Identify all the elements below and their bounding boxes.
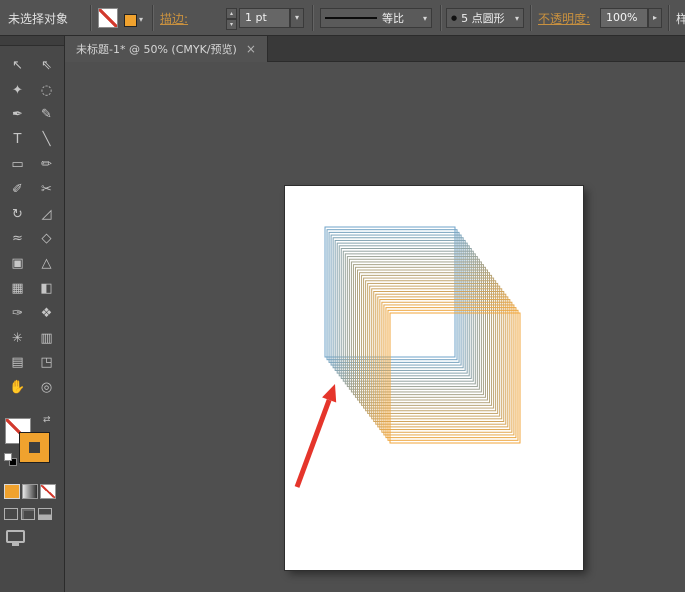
slice-tool[interactable]: ◳	[32, 351, 61, 376]
artboard[interactable]	[284, 185, 584, 571]
separator	[440, 5, 442, 31]
hand-tool[interactable]: ✋	[3, 375, 32, 400]
magic-wand-tool[interactable]: ✦	[3, 78, 32, 103]
control-bar: 未选择对象 ▾ 描边: ▴ ▾ 1 pt ▾ 等比 ▾ ● 5 点圆形 ▾ 不透…	[0, 0, 685, 36]
scale-tool[interactable]: ◿	[32, 202, 61, 227]
type-tool[interactable]: T	[3, 127, 32, 152]
draw-inside-mode-button[interactable]	[38, 508, 52, 520]
blend-shape[interactable]	[285, 186, 583, 570]
opacity-panel-link[interactable]: 不透明度:	[538, 10, 590, 27]
brush-dropdown-icon: ▾	[514, 13, 519, 23]
shape-builder-tool[interactable]: ▣	[3, 251, 32, 276]
drawing-mode-buttons	[4, 508, 52, 520]
toolbar-tools: ↖ ⇖ ✦ ◌ ✒ ✎ T ╲ ▭ ✏ ✐ ✂ ↻ ◿ ≈ ◇ ▣ △ ▦ ◧ ✑ ❖ ✳ ▥ ▤ ◳ ✋ ◎	[3, 53, 61, 400]
brush-preview-dot: ●	[451, 14, 458, 22]
rectangle-tool[interactable]: ▭	[3, 152, 32, 177]
separator	[90, 5, 92, 31]
direct-selection-tool[interactable]: ⇖	[32, 53, 61, 78]
lasso-tool[interactable]: ◌	[32, 78, 61, 103]
scissors-tool[interactable]: ✂	[32, 177, 61, 202]
blend-tool[interactable]: ❖	[32, 301, 61, 326]
canvas-area[interactable]	[65, 62, 685, 592]
line-segment-tool[interactable]: ╲	[32, 127, 61, 152]
step-down-icon[interactable]: ▾	[226, 19, 237, 30]
column-graph-tool[interactable]: ▥	[32, 326, 61, 351]
tools-panel-header[interactable]	[0, 36, 64, 46]
curvature-tool[interactable]: ✎	[32, 103, 61, 128]
rotate-tool[interactable]: ↻	[3, 202, 32, 227]
draw-behind-mode-button[interactable]	[21, 508, 35, 520]
draw-normal-mode-button[interactable]	[4, 508, 18, 520]
brush-label: 5 点圆形	[461, 12, 505, 25]
width-tool[interactable]: ≈	[3, 227, 32, 252]
stroke-panel-link[interactable]: 描边:	[160, 10, 188, 27]
swatch-dropdown-icon[interactable]: ▾	[139, 15, 143, 24]
stroke-width-dropdown[interactable]: ▾	[290, 8, 304, 28]
artboard-tool[interactable]: ▤	[3, 351, 32, 376]
stroke-profile-dropdown[interactable]: 等比 ▾	[320, 8, 432, 28]
pen-tool[interactable]: ✒	[3, 103, 32, 128]
stroke-profile-preview	[325, 17, 377, 19]
fill-none-swatch[interactable]	[98, 8, 118, 28]
separator	[312, 5, 314, 31]
stroke-width-input[interactable]: 1 pt	[239, 8, 290, 28]
opacity-flyout-button[interactable]: ▸	[648, 8, 662, 28]
tab-bar: 未标题-1* @ 50% (CMYK/预览) ×	[65, 36, 685, 62]
perspective-grid-tool[interactable]: △	[32, 251, 61, 276]
selection-status: 未选择对象	[8, 12, 69, 26]
default-fill-stroke-icon[interactable]	[4, 453, 18, 467]
profile-dropdown-icon: ▾	[422, 13, 427, 23]
brush-definition-dropdown[interactable]: ● 5 点圆形 ▾	[446, 8, 524, 28]
gradient-tool[interactable]: ◧	[32, 276, 61, 301]
tab-close-button[interactable]: ×	[246, 42, 256, 56]
profile-label: 等比	[382, 12, 404, 25]
color-type-buttons	[4, 484, 56, 499]
color-button[interactable]	[4, 484, 20, 499]
paintbrush-tool[interactable]: ✏	[32, 152, 61, 177]
zoom-tool[interactable]: ◎	[32, 375, 61, 400]
gradient-button[interactable]	[22, 484, 38, 499]
document-tab[interactable]: 未标题-1* @ 50% (CMYK/预览) ×	[65, 36, 268, 62]
free-transform-tool[interactable]: ◇	[32, 227, 61, 252]
separator	[668, 5, 670, 31]
style-label-partial: 样	[676, 10, 685, 27]
document-tab-title: 未标题-1* @ 50% (CMYK/预览)	[76, 43, 237, 56]
stroke-color-swatch[interactable]	[124, 14, 137, 27]
swap-fill-stroke-icon[interactable]: ⇄	[43, 415, 51, 425]
tools-panel: ↖ ⇖ ✦ ◌ ✒ ✎ T ╲ ▭ ✏ ✐ ✂ ↻ ◿ ≈ ◇ ▣ △ ▦ ◧ ✑ ❖ ✳ ▥ ▤ ◳ ✋ ◎ ⇄	[0, 36, 65, 592]
step-up-icon[interactable]: ▴	[226, 8, 237, 19]
separator	[152, 5, 154, 31]
symbol-sprayer-tool[interactable]: ✳	[3, 326, 32, 351]
none-button[interactable]	[40, 484, 56, 499]
selection-tool[interactable]: ↖	[3, 53, 32, 78]
eyedropper-tool[interactable]: ✑	[3, 301, 32, 326]
screen-mode-button[interactable]	[6, 530, 36, 550]
fill-stroke-indicator: ⇄	[4, 415, 55, 468]
mesh-tool[interactable]: ▦	[3, 276, 32, 301]
screen-mode-icon	[6, 530, 25, 546]
opacity-input[interactable]: 100%	[600, 8, 648, 28]
stroke-width-stepper[interactable]: ▴ ▾	[226, 8, 237, 30]
separator	[530, 5, 532, 31]
pencil-tool[interactable]: ✐	[3, 177, 32, 202]
stroke-indicator-orange[interactable]	[20, 433, 49, 462]
